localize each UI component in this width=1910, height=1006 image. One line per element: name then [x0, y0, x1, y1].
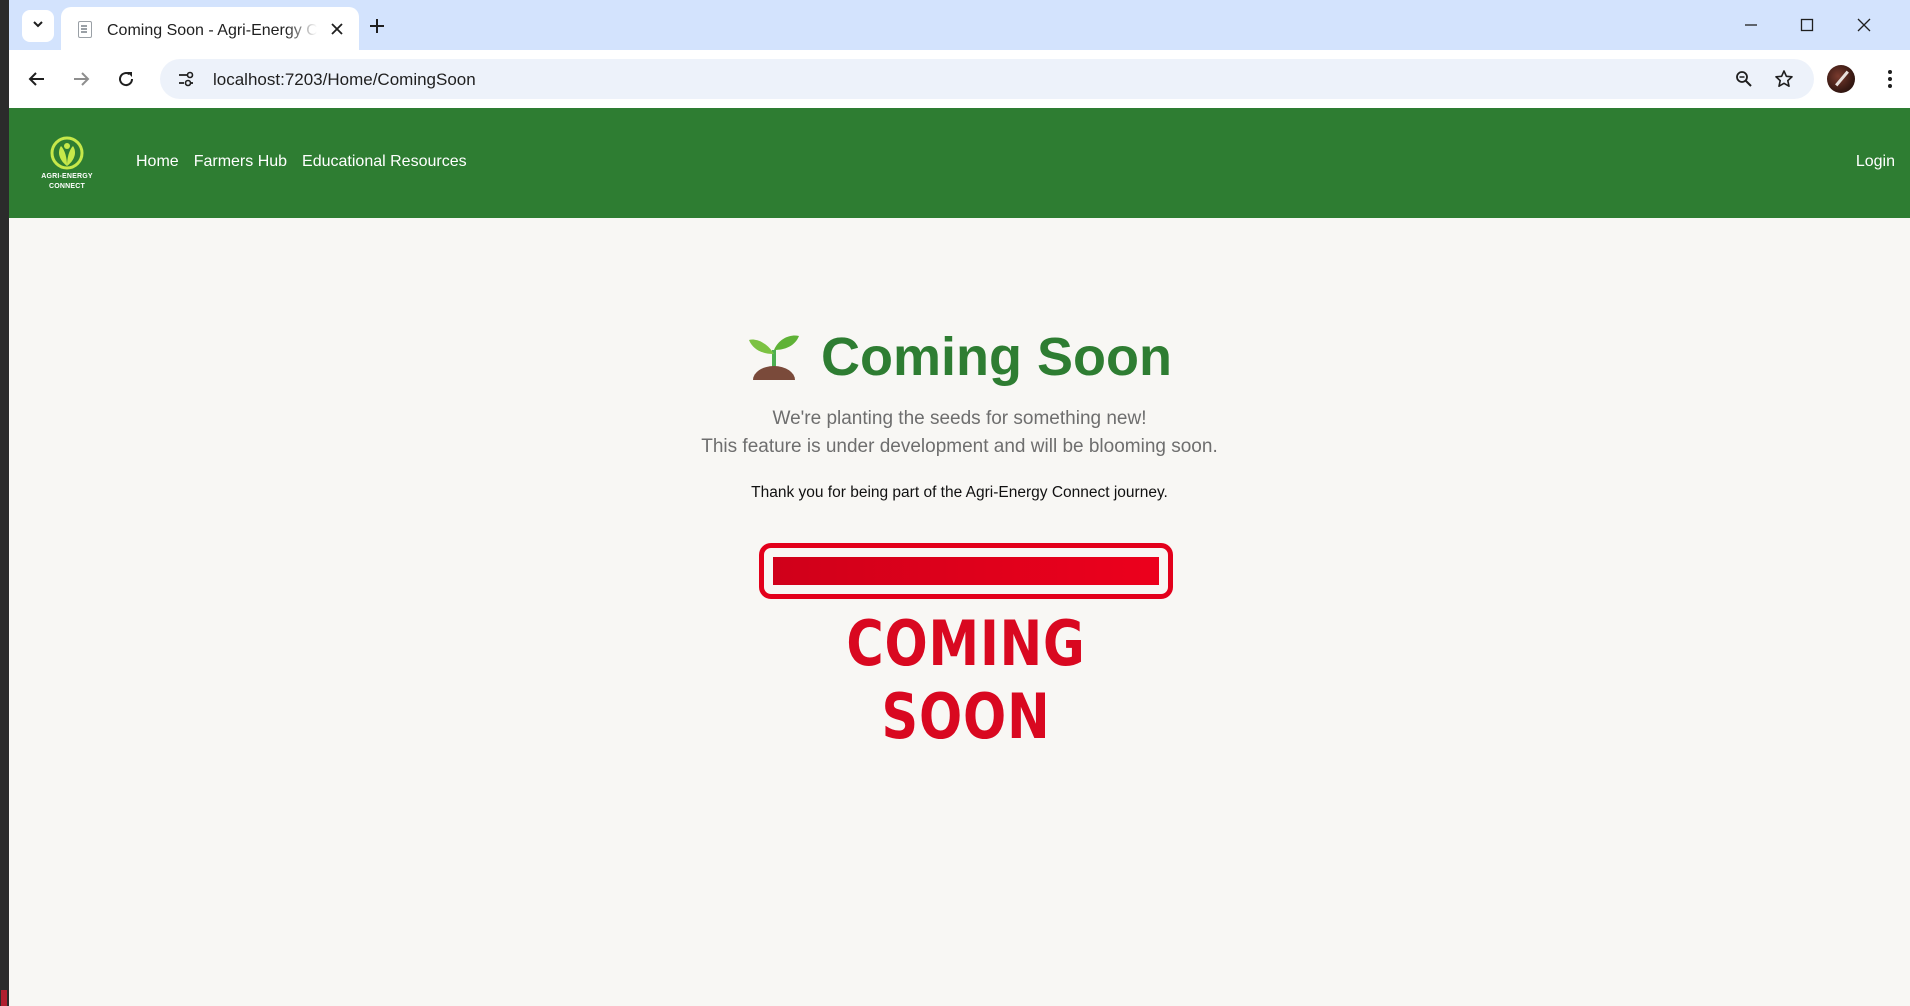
subtitle-line-1: We're planting the seeds for something n…	[772, 408, 1147, 429]
coming-soon-graphic: COMING SOON	[759, 543, 1173, 753]
nav-farmers-hub[interactable]: Farmers Hub	[194, 153, 287, 171]
logo-text-line1: AGRI-ENERGY	[41, 173, 93, 180]
zoom-icon	[1736, 71, 1752, 87]
page-favicon-icon	[78, 21, 92, 38]
window-close-button[interactable]	[1844, 8, 1884, 42]
forward-arrow-icon	[74, 72, 90, 86]
browser-menu-button[interactable]	[1878, 62, 1902, 96]
new-tab-button[interactable]	[361, 10, 393, 42]
close-icon	[331, 23, 343, 35]
back-button[interactable]	[20, 62, 54, 96]
page-title: Coming Soon	[821, 327, 1172, 387]
main-nav: Home Farmers Hub Educational Resources	[136, 153, 467, 171]
nav-educational-resources[interactable]: Educational Resources	[302, 153, 467, 171]
profile-avatar[interactable]	[1827, 65, 1855, 93]
thank-you-text: Thank you for being part of the Agri-Ene…	[751, 484, 1168, 501]
address-bar[interactable]: localhost:7203/Home/ComingSoon	[160, 59, 1814, 99]
tab-strip: Coming Soon - Agri-Energy Connect	[9, 0, 1910, 50]
browser-toolbar: localhost:7203/Home/ComingSoon	[9, 50, 1910, 108]
minimize-icon	[1745, 24, 1757, 26]
url-text[interactable]: localhost:7203/Home/ComingSoon	[213, 70, 476, 90]
window-close-icon	[1857, 18, 1871, 32]
more-vert-icon	[1888, 70, 1892, 88]
maximize-icon	[1800, 18, 1814, 32]
desktop-edge	[0, 0, 9, 1006]
heading-row: Coming Soon	[9, 328, 1910, 386]
reload-button[interactable]	[109, 62, 143, 96]
site-navbar: AGRI-ENERGY CONNECT Home Farmers Hub Edu…	[9, 108, 1910, 218]
back-arrow-icon	[28, 72, 44, 86]
plus-icon	[370, 19, 384, 33]
coming-soon-bar-fill	[773, 557, 1159, 585]
coming-soon-progress-bar	[759, 543, 1173, 599]
forward-button[interactable]	[64, 62, 98, 96]
tab-title: Coming Soon - Agri-Energy Connect	[107, 22, 317, 39]
zoom-button[interactable]	[1732, 67, 1756, 91]
login-link[interactable]: Login	[1856, 153, 1895, 171]
subtitle-line-2: This feature is under development and wi…	[701, 436, 1218, 457]
active-tab[interactable]: Coming Soon - Agri-Energy Connect	[61, 7, 359, 50]
tab-close-button[interactable]	[326, 18, 348, 40]
seedling-icon	[747, 335, 802, 386]
bookmark-button[interactable]	[1772, 67, 1796, 91]
site-info-button[interactable]	[174, 67, 198, 91]
site-info-icon	[179, 71, 194, 87]
maximize-button[interactable]	[1787, 8, 1827, 42]
minimize-button[interactable]	[1731, 8, 1771, 42]
coming-soon-graphic-text: COMING SOON	[846, 607, 1086, 753]
logo-text-line2: CONNECT	[48, 183, 85, 190]
bookmark-star-icon	[1775, 70, 1793, 87]
reload-icon	[119, 72, 134, 87]
taskbar-edge-mark	[1, 990, 7, 1006]
main-content: Coming Soon We're planting the seeds for…	[9, 218, 1910, 1006]
browser-window: Coming Soon - Agri-Energy Connect	[9, 0, 1910, 1006]
site-logo[interactable]: AGRI-ENERGY CONNECT	[37, 136, 97, 192]
tab-search-icon	[31, 17, 45, 36]
nav-home[interactable]: Home	[136, 153, 179, 171]
tab-search-button[interactable]	[22, 10, 54, 42]
leaf-logo-icon	[50, 136, 84, 170]
